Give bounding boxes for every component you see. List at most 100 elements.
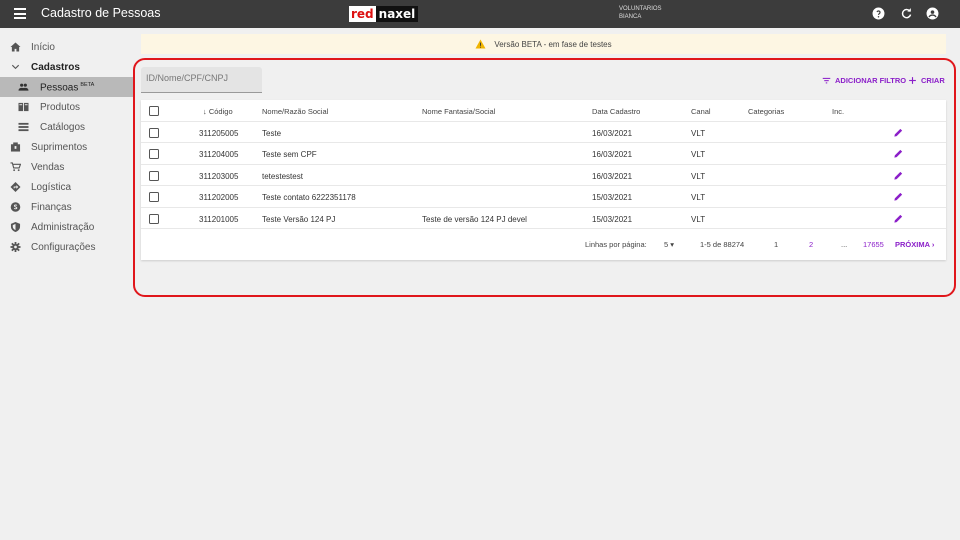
cell-codigo: 311202005 (199, 193, 239, 202)
edit-icon[interactable] (893, 127, 904, 138)
row-checkbox[interactable] (149, 170, 159, 181)
sidebar-item-catalogos[interactable]: Catálogos (0, 117, 133, 137)
edit-icon[interactable] (893, 213, 904, 224)
cell-fantasia: Teste de versão 124 PJ devel (422, 214, 527, 224)
refresh-icon[interactable] (900, 7, 913, 20)
cell-nome: Teste sem CPF (262, 150, 317, 159)
money-icon (10, 202, 21, 212)
home-icon (10, 42, 21, 52)
cell-codigo: 311204005 (199, 150, 239, 159)
column-header-nome[interactable]: Nome/Razão Social (262, 107, 328, 116)
table-row[interactable]: 311203005 tetestestest 16/03/2021 VLT (141, 165, 946, 186)
table-row[interactable]: 311205005 Teste 16/03/2021 VLT (141, 122, 946, 143)
people-icon (18, 82, 29, 92)
next-page-button[interactable]: PRÓXIMA › (895, 240, 934, 249)
cell-nome: Teste Versão 124 PJ (262, 214, 336, 224)
menu-icon[interactable] (14, 8, 26, 19)
table-row[interactable]: 311201005 Teste Versão 124 PJ Teste de v… (141, 208, 946, 229)
user-name: BIANCA (619, 13, 642, 20)
cell-canal: VLT (691, 128, 706, 138)
sidebar-item-produtos[interactable]: Produtos (0, 97, 133, 117)
sidebar-item-configuracoes[interactable]: Configurações (0, 237, 133, 257)
rows-per-page-label: Linhas por página: (585, 240, 647, 249)
top-app-bar: Cadastro de Pessoas red naxel VOLUNTARIOS… (0, 0, 960, 28)
book-icon (18, 102, 29, 112)
table-header-row: ↓ Código Nome/Razão Social Nome Fantasia… (141, 100, 946, 122)
select-all-checkbox[interactable] (149, 106, 159, 116)
table-row[interactable]: 311202005 Teste contato 6222351178 15/03… (141, 186, 946, 208)
sidebar-item-inicio[interactable]: Início (0, 37, 133, 57)
sidebar-item-vendas[interactable]: Vendas (0, 157, 133, 177)
create-button[interactable]: CRIAR (908, 76, 945, 85)
cell-data: 16/03/2021 (592, 128, 633, 138)
rows-per-page-select[interactable]: 5 ▾ (664, 240, 674, 249)
cell-nome: tetestestest (262, 171, 303, 181)
cell-canal: VLT (691, 150, 706, 159)
edit-icon[interactable] (893, 170, 904, 181)
cell-canal: VLT (691, 193, 706, 202)
page-range: 1-5 de 88274 (700, 240, 745, 249)
column-header-canal[interactable]: Canal (691, 107, 711, 116)
cell-nome: Teste contato 6222351178 (262, 193, 356, 202)
cell-codigo: 311205005 (199, 128, 239, 138)
page-2-button[interactable]: 2 (809, 240, 813, 249)
page-last-button[interactable]: 17655 (863, 240, 884, 249)
beta-banner-text: Versão BETA - em fase de testes (494, 39, 612, 49)
dropdown-arrow-icon: ▾ (670, 240, 675, 249)
add-filter-button[interactable]: ADICIONAR FILTRO (822, 76, 906, 85)
account-icon[interactable] (926, 7, 939, 20)
sidebar-item-logistica[interactable]: Logística (0, 177, 133, 197)
cell-canal: VLT (691, 214, 706, 224)
user-info: VOLUNTARIOS BIANCA (619, 6, 662, 21)
sidebar-item-cadastros[interactable]: Cadastros (0, 57, 133, 77)
column-header-data[interactable]: Data Cadastro (592, 107, 640, 116)
chevron-down-icon (10, 62, 21, 72)
page-1-button[interactable]: 1 (774, 240, 778, 249)
row-checkbox[interactable] (149, 127, 159, 138)
cell-data: 16/03/2021 (592, 171, 633, 181)
column-header-codigo[interactable]: ↓ Código (203, 107, 233, 116)
cell-canal: VLT (691, 171, 706, 181)
gear-icon (10, 242, 21, 252)
edit-icon[interactable] (893, 148, 904, 159)
cell-codigo: 311203005 (199, 171, 239, 181)
filter-icon (822, 77, 831, 84)
list-icon (18, 122, 29, 132)
beta-badge: BETA (80, 82, 95, 88)
plus-icon (909, 77, 916, 84)
sidebar-item-pessoas[interactable]: Pessoas BETA (0, 77, 133, 97)
table-row[interactable]: 311204005 Teste sem CPF 16/03/2021 VLT (141, 143, 946, 165)
search-input[interactable]: ID/Nome/CPF/CNPJ (141, 67, 262, 93)
warning-icon (475, 39, 486, 49)
sidebar: Início Cadastros Pessoas BETA Produtos Ca… (0, 28, 133, 540)
beta-banner: Versão BETA - em fase de testes (141, 34, 946, 54)
column-header-categorias[interactable]: Categorias (748, 107, 784, 116)
box-icon (10, 142, 21, 152)
cell-nome: Teste (262, 128, 282, 138)
user-org: VOLUNTARIOS (619, 6, 662, 12)
sidebar-item-suprimentos[interactable]: Suprimentos (0, 137, 133, 157)
people-table: ↓ Código Nome/Razão Social Nome Fantasia… (141, 100, 946, 260)
row-checkbox[interactable] (149, 192, 159, 202)
cell-data: 15/03/2021 (592, 214, 633, 224)
sort-down-icon: ↓ (203, 107, 207, 116)
direction-icon (10, 182, 21, 192)
chevron-right-icon: › (931, 240, 935, 249)
row-checkbox[interactable] (149, 149, 159, 159)
cell-data: 16/03/2021 (592, 150, 633, 159)
shield-icon (10, 222, 21, 232)
page-ellipsis: ... (841, 240, 848, 249)
row-checkbox[interactable] (149, 213, 159, 224)
column-header-fantasia[interactable]: Nome Fantasia/Social (422, 107, 495, 116)
cell-codigo: 311201005 (199, 214, 239, 224)
cell-data: 15/03/2021 (592, 193, 633, 202)
rednaxel-logo: red naxel (349, 6, 419, 22)
help-icon[interactable] (872, 7, 885, 20)
column-header-inc[interactable]: Inc. (832, 107, 844, 116)
pagination: Linhas por página: 5 ▾ 1-5 de 88274 1 2 … (141, 231, 946, 258)
edit-icon[interactable] (893, 191, 904, 202)
app-title: Cadastro de Pessoas (41, 6, 161, 20)
sidebar-item-financas[interactable]: Finanças (0, 197, 133, 217)
cart-icon (10, 162, 21, 172)
sidebar-item-administracao[interactable]: Administração (0, 217, 133, 237)
